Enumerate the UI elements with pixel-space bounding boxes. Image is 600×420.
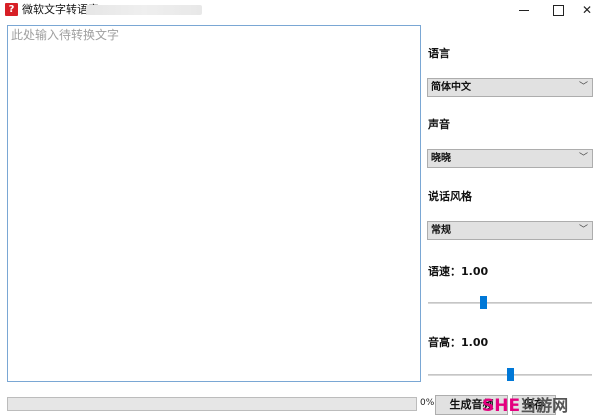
speaking-style-select-value: 常规 bbox=[431, 225, 451, 236]
minimize-button[interactable] bbox=[510, 0, 538, 20]
chevron-down-icon: ﹀ bbox=[578, 153, 588, 163]
close-icon: ✕ bbox=[581, 3, 593, 17]
close-button[interactable]: ✕ bbox=[573, 0, 600, 20]
speaking-style-label: 说话风格 bbox=[428, 190, 472, 203]
title-bar: ? 微软文字转语音V1.0 ✕ bbox=[0, 0, 600, 20]
voice-select[interactable]: 晓晓 ﹀ bbox=[427, 149, 593, 168]
chevron-down-icon: ﹀ bbox=[578, 225, 588, 235]
speed-slider-thumb[interactable] bbox=[480, 296, 487, 309]
pitch-slider[interactable] bbox=[428, 367, 592, 383]
watermark-text-latin: SHE bbox=[482, 396, 521, 416]
speed-slider[interactable] bbox=[428, 295, 592, 311]
chevron-down-icon: ﹀ bbox=[578, 82, 588, 92]
language-select-value: 简体中文 bbox=[431, 82, 471, 93]
language-select[interactable]: 简体中文 ﹀ bbox=[427, 78, 593, 97]
pitch-label: 音高：1.00 bbox=[428, 336, 489, 349]
pitch-slider-thumb[interactable] bbox=[507, 368, 514, 381]
watermark-text-cn: 当游网 bbox=[520, 396, 569, 415]
maximize-button[interactable] bbox=[544, 0, 572, 20]
speed-label: 语速：1.00 bbox=[428, 265, 489, 278]
voice-select-value: 晓晓 bbox=[431, 153, 451, 164]
title-redacted-area bbox=[86, 5, 202, 15]
speed-slider-track bbox=[428, 302, 592, 304]
app-icon: ? bbox=[5, 3, 18, 16]
text-input-placeholder: 此处输入待转换文字 bbox=[11, 28, 120, 42]
voice-label: 声音 bbox=[428, 118, 450, 131]
language-label: 语言 bbox=[428, 47, 450, 60]
speaking-style-select[interactable]: 常规 ﹀ bbox=[427, 221, 593, 240]
progress-bar bbox=[7, 397, 417, 411]
watermark-logo: SHE当游网 bbox=[482, 392, 600, 420]
progress-percent: 0% bbox=[420, 398, 435, 408]
text-input[interactable]: 此处输入待转换文字 bbox=[7, 25, 421, 382]
